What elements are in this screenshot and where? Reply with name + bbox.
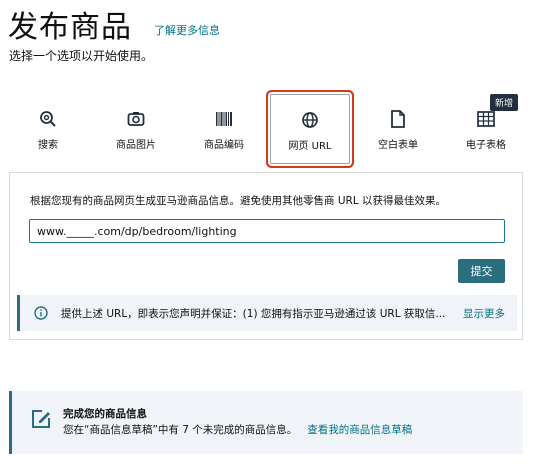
draft-alert: 完成您的商品信息 您在“商品信息草稿”中有 7 个未完成的商品信息。 查看我的商品… xyxy=(9,391,523,454)
url-description: 根据您现有的商品网页生成亚马逊商品信息。避免使用其他零售商 URL 以获得最佳效… xyxy=(30,195,447,207)
option-product-code[interactable]: 商品编码 xyxy=(186,88,262,168)
option-label: 商品图片 xyxy=(116,140,156,151)
option-label: 空白表单 xyxy=(378,140,418,151)
barcode-icon xyxy=(213,108,235,130)
option-web-url[interactable]: 网页 URL xyxy=(270,94,350,164)
page-title: 发布商品 xyxy=(8,10,132,45)
draft-body: 您在“商品信息草稿”中有 7 个未完成的商品信息。 查看我的商品信息草稿 xyxy=(63,422,412,437)
option-label: 商品编码 xyxy=(204,140,244,151)
show-more-link[interactable]: 显示更多 xyxy=(463,306,505,321)
option-label: 网页 URL xyxy=(288,141,332,152)
edit-icon xyxy=(30,408,52,434)
option-tabs: 搜索 商品图片 商品编码 网页 URL 空白表单 新增 电子表格 xyxy=(0,88,542,168)
draft-body-text: 您在“商品信息草稿”中有 7 个未完成的商品信息。 xyxy=(63,424,298,436)
view-drafts-link[interactable]: 查看我的商品信息草稿 xyxy=(307,424,412,436)
option-label: 搜索 xyxy=(38,140,58,151)
url-notice: 提供上述 URL，即表示您声明并保证：(1) 您拥有指示亚马逊通过该 URL 获… xyxy=(17,295,517,331)
camera-icon xyxy=(125,108,147,130)
spreadsheet-icon xyxy=(475,108,497,130)
globe-icon xyxy=(299,109,321,131)
option-product-image[interactable]: 商品图片 xyxy=(98,88,174,168)
new-badge: 新增 xyxy=(489,94,518,111)
learn-more-link[interactable]: 了解更多信息 xyxy=(154,22,220,38)
info-icon xyxy=(34,305,48,324)
option-blank-form[interactable]: 空白表单 xyxy=(360,88,436,168)
submit-button[interactable]: 提交 xyxy=(458,259,505,283)
page-subtitle: 选择一个选项以开始使用。 xyxy=(9,49,154,63)
document-icon xyxy=(387,108,409,130)
url-panel: 根据您现有的商品网页生成亚马逊商品信息。避免使用其他零售商 URL 以获得最佳效… xyxy=(9,172,523,340)
url-input[interactable] xyxy=(29,219,505,243)
option-spreadsheet[interactable]: 新增 电子表格 xyxy=(448,88,524,168)
draft-heading: 完成您的商品信息 xyxy=(63,408,147,420)
option-search[interactable]: 搜索 xyxy=(10,88,86,168)
search-icon xyxy=(37,108,59,130)
notice-text: 提供上述 URL，即表示您声明并保证：(1) 您拥有指示亚马逊通过该 URL 获… xyxy=(61,308,446,320)
option-label: 电子表格 xyxy=(466,140,506,151)
